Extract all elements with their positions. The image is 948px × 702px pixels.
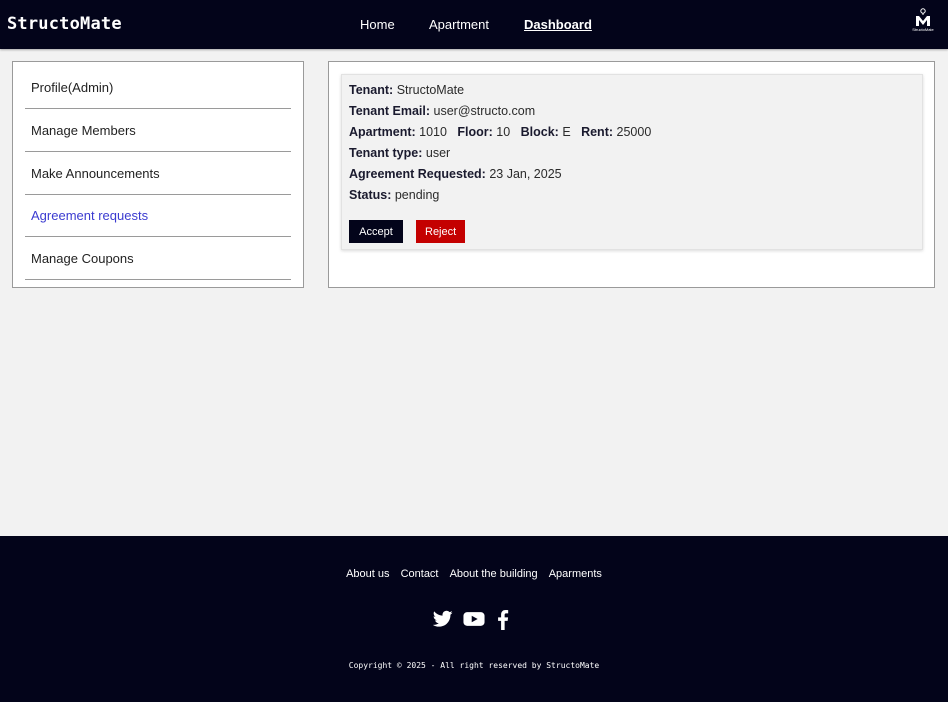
youtube-icon[interactable] (463, 610, 485, 633)
dashboard-sidebar: Profile(Admin) Manage Members Make Annou… (12, 61, 304, 288)
apartment-value: 1010 (419, 125, 447, 139)
tenant-type-value: user (425, 146, 451, 160)
nav-home[interactable]: Home (360, 17, 395, 32)
status-label: Status: (349, 188, 392, 202)
nav-dashboard[interactable]: Dashboard (524, 17, 592, 32)
tenant-label: Tenant: (349, 83, 394, 97)
reject-button[interactable]: Reject (416, 220, 465, 243)
logo-text: StructoMate (912, 27, 934, 32)
rent-label: Rent: (581, 125, 614, 139)
footer-link-about-building[interactable]: About the building (450, 568, 538, 580)
social-icons (432, 610, 513, 635)
agreement-request-card: Tenant: StructoMate Tenant Email: user@s… (341, 74, 923, 250)
sidebar-item-manage-coupons[interactable]: Manage Coupons (25, 237, 291, 280)
twitter-icon[interactable] (432, 610, 453, 633)
accept-button[interactable]: Accept (349, 220, 403, 243)
footer-link-about-us[interactable]: About us (346, 568, 389, 580)
sidebar-item-profile[interactable]: Profile(Admin) (25, 66, 291, 109)
main-nav: Home Apartment Dashboard (0, 17, 948, 33)
block-label: Block: (520, 125, 559, 139)
floor-label: Floor: (457, 125, 493, 139)
footer-link-contact[interactable]: Contact (401, 568, 439, 580)
agreement-requested-label: Agreement Requested: (349, 167, 486, 181)
block-value: E (562, 125, 571, 139)
agreement-requested-row: Agreement Requested: 23 Jan, 2025 (349, 167, 562, 181)
building-logo-icon[interactable]: StructoMate (909, 8, 937, 38)
status-row: Status: pending (349, 188, 439, 202)
agreement-requests-panel: Tenant: StructoMate Tenant Email: user@s… (328, 61, 935, 288)
agreement-requested-value: 23 Jan, 2025 (489, 167, 562, 181)
status-value: pending (394, 188, 440, 202)
email-row: Tenant Email: user@structo.com (349, 104, 535, 118)
sidebar-item-announcements[interactable]: Make Announcements (25, 152, 291, 195)
email-value: user@structo.com (433, 104, 536, 118)
nav-apartment[interactable]: Apartment (429, 17, 489, 32)
apartment-label: Apartment: (349, 125, 416, 139)
tenant-type-row: Tenant type: user (349, 146, 450, 160)
tenant-row: Tenant: StructoMate (349, 83, 464, 97)
sidebar-item-agreement-requests[interactable]: Agreement requests (25, 194, 291, 237)
tenant-value: StructoMate (396, 83, 465, 97)
sidebar-item-manage-members[interactable]: Manage Members (25, 109, 291, 152)
top-navbar: StructoMate Home Apartment Dashboard Str… (0, 0, 948, 49)
rent-value: 25000 (616, 125, 652, 139)
copyright-text: Copyright © 2025 - All right reserved by… (348, 661, 600, 670)
footer-link-apartments[interactable]: Aparments (549, 568, 602, 580)
email-label: Tenant Email: (349, 104, 431, 118)
facebook-icon[interactable] (497, 610, 509, 635)
footer-links: About us Contact About the building Apar… (0, 568, 948, 580)
footer: About us Contact About the building Apar… (0, 536, 948, 702)
tenant-type-label: Tenant type: (349, 146, 423, 160)
apartment-row: Apartment: 1010 Floor: 10 Block: E Rent:… (349, 125, 651, 139)
floor-value: 10 (496, 125, 511, 139)
